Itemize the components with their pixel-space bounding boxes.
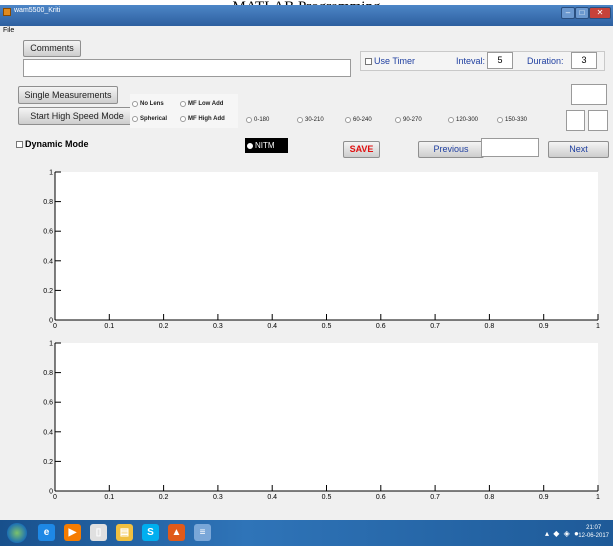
x-tick-label: 0.4 xyxy=(267,323,277,330)
system-tray-icons[interactable]: ▴ ◆ ◈ ● xyxy=(545,529,580,538)
clock-date: 12-06-2017 xyxy=(578,533,609,539)
y-tick-label: 1 xyxy=(49,341,53,348)
x-tick-label: 0.4 xyxy=(267,494,277,501)
x-tick-label: 0.2 xyxy=(159,494,169,501)
notepad-icon[interactable]: ≡ xyxy=(194,524,211,541)
folder-icon[interactable]: ▤ xyxy=(116,524,133,541)
y-tick-label: 0.2 xyxy=(43,459,53,466)
y-tick-label: 0 xyxy=(49,489,53,496)
y-tick-label: 0.2 xyxy=(43,288,53,295)
x-tick-label: 0.2 xyxy=(159,323,169,330)
matlab-icon[interactable]: ▲ xyxy=(168,524,185,541)
x-tick-label: 0.5 xyxy=(322,323,332,330)
y-tick-label: 0 xyxy=(49,318,53,325)
x-tick-label: 0.8 xyxy=(485,323,495,330)
ie-icon[interactable]: e xyxy=(38,524,55,541)
y-tick-label: 0.8 xyxy=(43,370,53,377)
x-tick-label: 1 xyxy=(596,494,600,501)
y-tick-label: 0.6 xyxy=(43,400,53,407)
media-player-icon[interactable]: ▶ xyxy=(64,524,81,541)
plot-axes: 0 0.1 0.2 0.3 0.4 0.5 0.6 0.7 0.8 0.9 1 0 0.2 0.4 0.6 0… xyxy=(43,170,600,502)
x-tick-label: 0.9 xyxy=(539,323,549,330)
x-tick-label: 0.7 xyxy=(430,323,440,330)
x-tick-label: 0.3 xyxy=(213,323,223,330)
x-tick-label: 0.1 xyxy=(104,494,114,501)
x-tick-label: 0.3 xyxy=(213,494,223,501)
y-tick-label: 1 xyxy=(49,170,53,177)
x-tick-label: 1 xyxy=(596,323,600,330)
taskbar-clock[interactable]: 21:07 12-06-2017 xyxy=(578,524,609,540)
x-tick-label: 0.7 xyxy=(430,494,440,501)
x-tick-label: 0.8 xyxy=(485,494,495,501)
y-tick-label: 0.4 xyxy=(43,429,53,436)
x-tick-label: 0.6 xyxy=(376,323,386,330)
x-tick-label: 0 xyxy=(53,494,57,501)
windows-taskbar: e ▶ ▯ ▤ S ▲ ≡ ▴ ◆ ◈ ● 21:07 12-06-2017 xyxy=(0,520,613,546)
start-button[interactable] xyxy=(7,523,27,543)
y-tick-label: 0.6 xyxy=(43,229,53,236)
x-tick-label: 0.1 xyxy=(104,323,114,330)
document-icon[interactable]: ▯ xyxy=(90,524,107,541)
x-tick-label: 0.6 xyxy=(376,494,386,501)
y-tick-label: 0.8 xyxy=(43,199,53,206)
x-tick-label: 0 xyxy=(53,323,57,330)
y-tick-label: 0.4 xyxy=(43,258,53,265)
x-tick-label: 0.9 xyxy=(539,494,549,501)
clock-time: 21:07 xyxy=(586,525,602,531)
skype-icon[interactable]: S xyxy=(142,524,159,541)
x-tick-label: 0.5 xyxy=(322,494,332,501)
